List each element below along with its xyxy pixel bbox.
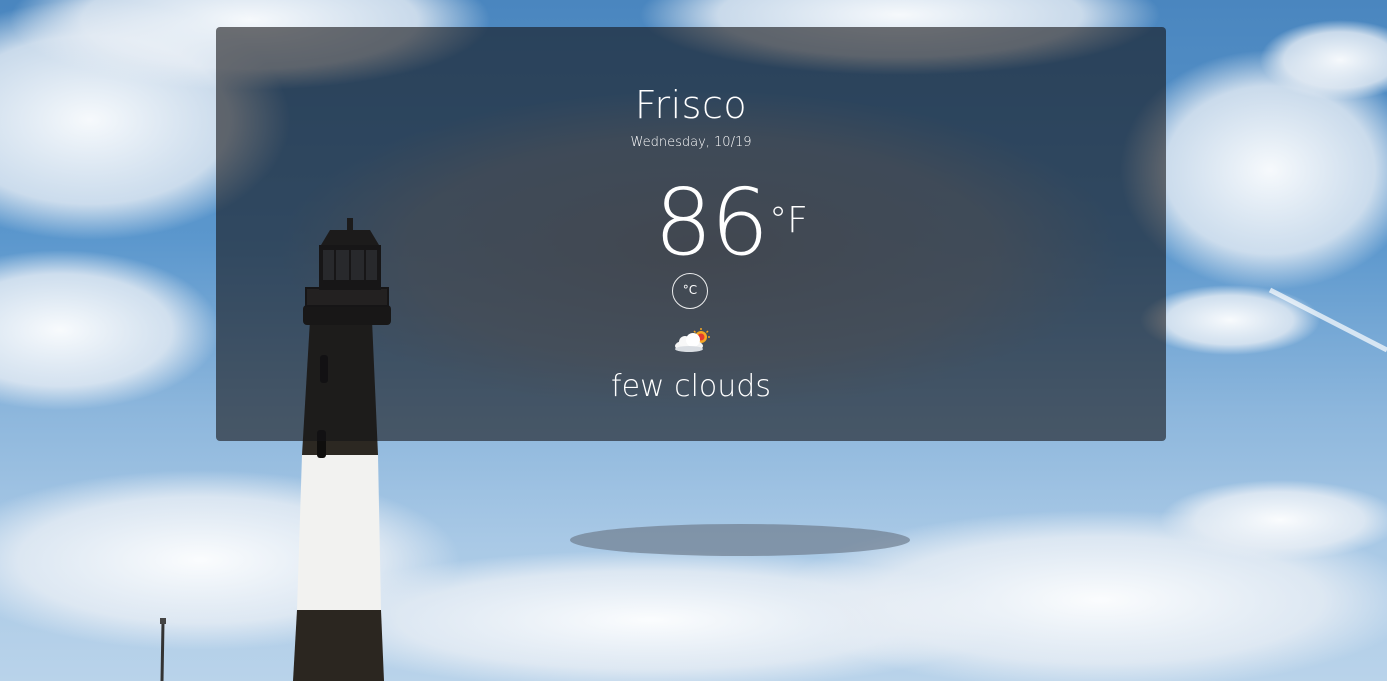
temperature-value: 86 bbox=[654, 169, 769, 276]
weather-card: Frisco Wednesday, 10/19 86°F °C few clou… bbox=[216, 27, 1166, 441]
few-clouds-icon bbox=[673, 327, 713, 355]
city-name: Frisco bbox=[634, 83, 748, 127]
weather-description: few clouds bbox=[611, 369, 771, 404]
temperature-display: 86°F bbox=[216, 173, 1166, 273]
current-date: Wednesday, 10/19 bbox=[630, 135, 752, 150]
temperature-unit: °F bbox=[769, 200, 808, 241]
unit-toggle-button[interactable]: °C bbox=[672, 273, 708, 309]
